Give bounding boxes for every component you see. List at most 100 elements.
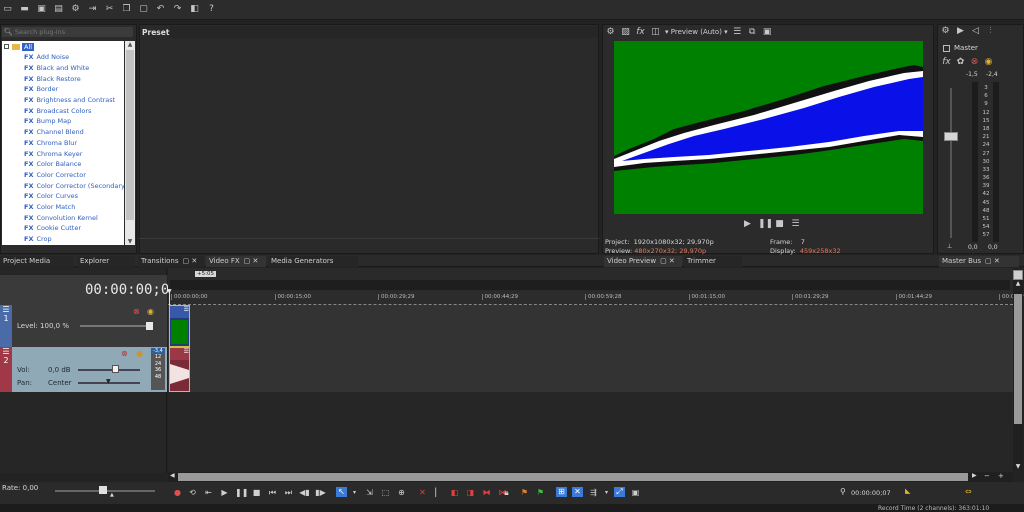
auto-crossfade-icon[interactable]: ✕ <box>572 487 583 497</box>
vscroll-thumb[interactable] <box>1014 294 1022 424</box>
track-menu-icon[interactable]: ☰ <box>0 347 12 356</box>
tab-explorer[interactable]: Explorer <box>77 256 135 267</box>
ignore-grouping-icon[interactable]: ▣ <box>630 488 641 498</box>
playhead-marker[interactable]: ▼ <box>167 288 172 295</box>
plugin-item[interactable]: FX Crop <box>2 234 124 245</box>
track-menu-icon[interactable]: ☰ <box>0 305 12 314</box>
scroll-down-icon[interactable]: ▼ <box>1013 463 1023 470</box>
scroll-left-icon[interactable]: ◀ <box>170 472 175 479</box>
audio-event[interactable]: ☰ <box>169 347 190 392</box>
envelope-tool-icon[interactable]: ⇲ <box>364 488 375 498</box>
settings-icon[interactable]: ⚙ <box>940 26 951 37</box>
collapse-icon[interactable] <box>4 44 9 49</box>
tab-video-preview[interactable]: Video Preview ▢ ✕ <box>604 256 682 267</box>
properties-icon[interactable]: ⚙ <box>70 4 81 15</box>
go-to-end-icon[interactable]: ⏭ <box>283 488 294 498</box>
scroll-down-icon[interactable]: ▼ <box>125 238 135 245</box>
trim-start-icon[interactable]: ▏ <box>433 488 444 498</box>
paste-icon[interactable]: ▢ <box>138 4 149 15</box>
master-checkbox[interactable] <box>943 44 950 52</box>
selection-length-icon[interactable]: ⇔ <box>965 487 972 496</box>
plugin-item[interactable]: FX Channel Blend <box>2 127 124 138</box>
trim-end-icon[interactable]: ◨ <box>465 488 476 498</box>
save-icon[interactable]: ▣ <box>36 4 47 15</box>
copy-snapshot-icon[interactable]: ⧉ <box>747 27 758 38</box>
maximize-icon[interactable] <box>1013 270 1023 280</box>
pause-icon[interactable]: ❚❚ <box>758 219 773 230</box>
audio-solo-icon[interactable]: ◉ <box>136 349 143 358</box>
timeline-vscroll[interactable]: ▲ ▼ <box>1013 270 1023 470</box>
plugin-item[interactable]: FX Color Corrector <box>2 170 124 181</box>
copy-icon[interactable]: ❐ <box>121 4 132 15</box>
rate-slider-thumb[interactable] <box>99 486 107 494</box>
level-slider[interactable] <box>80 325 150 327</box>
plugin-item[interactable]: FX Bump Map <box>2 116 124 127</box>
plugin-item[interactable]: FX Color Balance <box>2 159 124 170</box>
plugin-item[interactable]: FX Color Corrector (Secondary) <box>2 180 124 191</box>
pause-icon[interactable]: ❚❚ <box>235 488 248 498</box>
go-to-start-icon[interactable]: ⏮ <box>267 488 278 498</box>
stop-icon[interactable]: ■ <box>774 219 785 230</box>
scroll-up-icon[interactable]: ▲ <box>125 41 135 48</box>
fx-icon[interactable]: fx <box>941 57 952 68</box>
zoom-tool-icon[interactable]: ⊕ <box>396 488 407 498</box>
automation-icon[interactable]: ✿ <box>955 57 966 68</box>
redo-icon[interactable]: ↷ <box>172 4 183 15</box>
time-ruler[interactable]: 00:00:00;00 00:00:15;00 00:00:29;29 00:00:4… <box>168 291 1024 305</box>
plugin-item[interactable]: FX Chroma Blur <box>2 138 124 149</box>
plugin-search[interactable]: 🔍︎ <box>2 27 133 37</box>
mute-icon[interactable]: ⊗ <box>969 57 980 68</box>
search-input[interactable] <box>14 28 125 36</box>
marker-icon[interactable]: ⚑ <box>519 488 530 498</box>
zoom-out-icon[interactable]: − <box>984 472 990 480</box>
selection-tool-icon[interactable]: ⬚ <box>380 488 391 498</box>
plugin-item[interactable]: FX Add Noise <box>2 52 124 63</box>
hscroll-thumb[interactable] <box>178 473 968 481</box>
play-icon[interactable]: ▶ <box>742 219 753 230</box>
save-as-icon[interactable]: ▤ <box>53 4 64 15</box>
plugin-item[interactable]: FX Convolution Kernel <box>2 212 124 223</box>
master-fader[interactable] <box>944 132 958 141</box>
open-icon[interactable]: ▬ <box>19 4 30 15</box>
tab-trimmer[interactable]: Trimmer <box>684 256 742 267</box>
fx-icon[interactable]: fx <box>635 27 646 38</box>
close-icon[interactable]: ▢ ✕ <box>985 256 1000 267</box>
lock-envelopes-icon[interactable]: ⤢ <box>614 487 625 497</box>
external-monitor-icon[interactable]: ▨ <box>620 27 631 38</box>
normal-edit-tool-icon[interactable]: ↖ <box>336 487 347 497</box>
play-icon[interactable]: ▶ <box>219 488 230 498</box>
next-frame-icon[interactable]: ▮▶ <box>315 488 326 498</box>
snapping-icon[interactable]: ⊞ <box>556 487 567 497</box>
plugin-item[interactable]: FX Border <box>2 84 124 95</box>
audio-mute-icon[interactable]: ⊗ <box>121 349 128 358</box>
zoom-in-icon[interactable]: + <box>998 472 1004 480</box>
scroll-up-icon[interactable]: ▲ <box>1013 280 1023 287</box>
tool-dropdown-icon[interactable]: ▾ <box>349 488 360 498</box>
tab-transitions[interactable]: Transitions ▢ ✕ <box>138 256 204 267</box>
plugin-item[interactable]: FX Black Restore <box>2 73 124 84</box>
video-mute-icon[interactable]: ⊗ <box>133 307 140 316</box>
loop-icon[interactable]: ⟲ <box>187 488 198 498</box>
region-icon[interactable]: ⚑ <box>535 488 546 498</box>
split-screen-icon[interactable]: ◫ <box>650 27 661 38</box>
render-icon[interactable]: ⇥ <box>87 4 98 15</box>
plugin-item[interactable]: FX Brightness and Contrast <box>2 95 124 106</box>
prev-frame-icon[interactable]: ◀▮ <box>299 488 310 498</box>
play-from-start-icon[interactable]: ⇤ <box>203 488 214 498</box>
master-lock-icon[interactable]: ⊥ <box>947 243 952 250</box>
plugin-item[interactable]: FX Color Curves <box>2 191 124 202</box>
save-snapshot-icon[interactable]: ▣ <box>762 27 773 38</box>
close-icon[interactable]: ▢ ✕ <box>660 256 675 267</box>
loop-region-bar[interactable] <box>170 280 1010 290</box>
undo-icon[interactable]: ↶ <box>155 4 166 15</box>
play-to-icon[interactable]: ▶ <box>955 26 966 37</box>
snapshot-icon[interactable]: ◧ <box>189 4 200 15</box>
split-icon[interactable]: ⧓ <box>481 488 492 498</box>
auto-ripple-icon[interactable]: ⇶ <box>588 488 599 498</box>
new-icon[interactable]: ▭ <box>2 4 13 15</box>
plugin-item[interactable]: FX Color Match <box>2 202 124 213</box>
close-icon[interactable]: ▢ ✕ <box>244 256 259 267</box>
timeline-hscroll[interactable]: ◀ ▶ − + <box>168 472 1013 482</box>
ripple-dropdown-icon[interactable]: ▾ <box>601 488 612 498</box>
solo-icon[interactable]: ◉ <box>983 57 994 68</box>
